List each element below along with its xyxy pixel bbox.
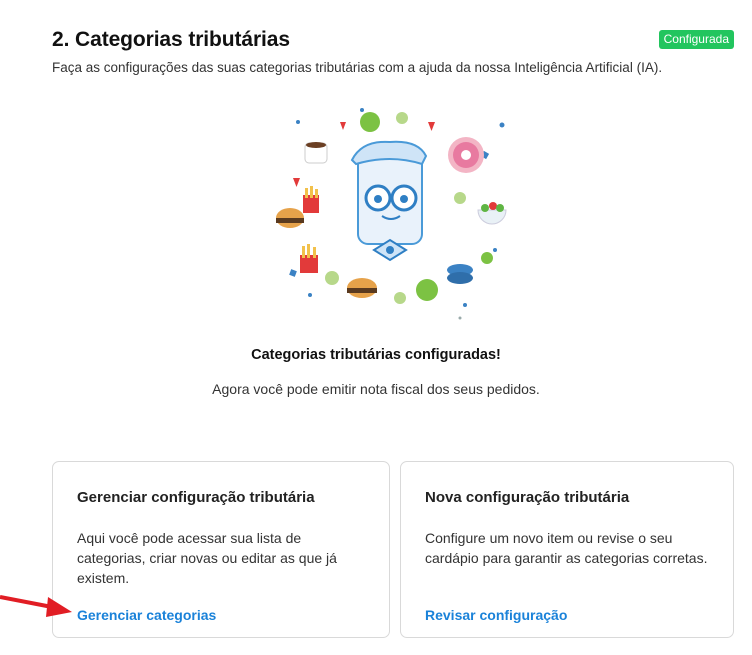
red-arrow-icon	[0, 595, 72, 617]
card-description: Aqui você pode acessar sua lista de cate…	[77, 530, 337, 586]
review-config-link[interactable]: Revisar configuração	[425, 607, 567, 623]
section-subtitle: Faça as configurações das suas categoria…	[52, 60, 663, 75]
manage-config-card: Gerenciar configuração tributária Aqui v…	[52, 461, 390, 638]
section-header: 2. Categorias tributárias Configurada Fa…	[52, 28, 734, 75]
status-badge: Configurada	[658, 30, 734, 49]
success-title: Categorias tributárias configuradas!	[251, 347, 501, 363]
success-text: Agora você pode emitir nota fiscal dos s…	[212, 381, 540, 397]
card-description: Configure um novo item ou revise o seu c…	[425, 530, 708, 566]
new-config-card: Nova configuração tributária Configure u…	[400, 461, 734, 638]
card-title: Gerenciar configuração tributária	[77, 489, 315, 506]
manage-categories-link[interactable]: Gerenciar categorias	[77, 607, 216, 623]
section-title: 2. Categorias tributárias	[52, 28, 290, 51]
card-title: Nova configuração tributária	[425, 489, 630, 506]
mascot-illustration	[276, 108, 507, 320]
